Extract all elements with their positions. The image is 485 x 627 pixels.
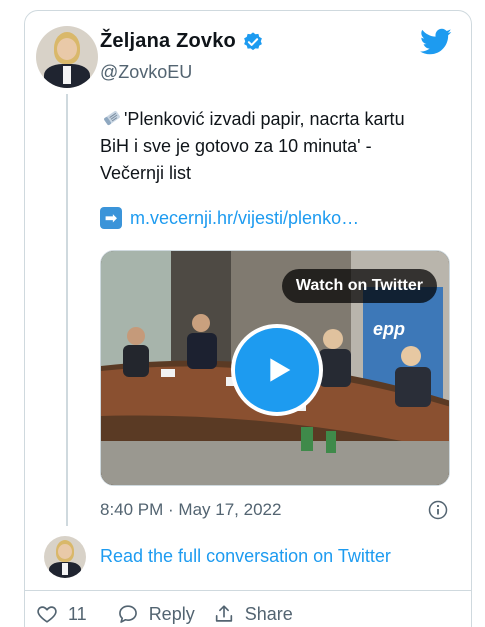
twitter-bird-icon[interactable] (420, 28, 452, 56)
heart-icon (37, 606, 57, 623)
reply-button[interactable]: Reply (117, 603, 195, 625)
tweet-text: 'Plenković izvadi papir, nacrta kartu Bi… (100, 106, 430, 187)
info-icon[interactable] (428, 500, 448, 520)
watch-on-twitter-badge[interactable]: Watch on Twitter (281, 269, 437, 303)
share-button[interactable]: Share (213, 603, 293, 625)
conversation-avatar[interactable] (44, 536, 86, 578)
reply-label: Reply (148, 603, 195, 624)
tweet-timestamp[interactable]: 8:40 PM · May 17, 2022 (100, 500, 281, 520)
link-row[interactable]: ➡ m.vecernji.hr/vijesti/plenko… (100, 207, 359, 229)
newspaper-icon (104, 110, 120, 126)
right-arrow-icon: ➡ (100, 207, 122, 229)
epp-logo-text: epp (373, 319, 405, 339)
like-button[interactable]: 11 (36, 603, 87, 625)
like-count: 11 (68, 603, 87, 624)
play-button[interactable] (231, 324, 323, 416)
tweet-actions: 11 Reply Share (36, 603, 293, 625)
read-full-conversation-link[interactable]: Read the full conversation on Twitter (100, 546, 391, 567)
video-thumbnail[interactable]: epp Watch on Twitter (100, 250, 450, 486)
tweet-body: 'Plenković izvadi papir, nacrta kartu Bi… (100, 109, 405, 183)
author-avatar[interactable] (36, 26, 98, 88)
verified-badge-icon (244, 31, 262, 50)
author-name[interactable]: Željana Zovko (100, 30, 236, 53)
share-label: Share (244, 603, 293, 624)
reply-icon (118, 605, 137, 623)
actions-divider (24, 590, 472, 591)
thread-line (66, 94, 68, 526)
article-link[interactable]: m.vecernji.hr/vijesti/plenko… (130, 208, 359, 229)
share-icon (215, 605, 232, 622)
author-name-row[interactable]: Željana Zovko (100, 30, 264, 53)
author-handle[interactable]: @ZovkoEU (100, 62, 192, 83)
play-icon (270, 358, 291, 382)
